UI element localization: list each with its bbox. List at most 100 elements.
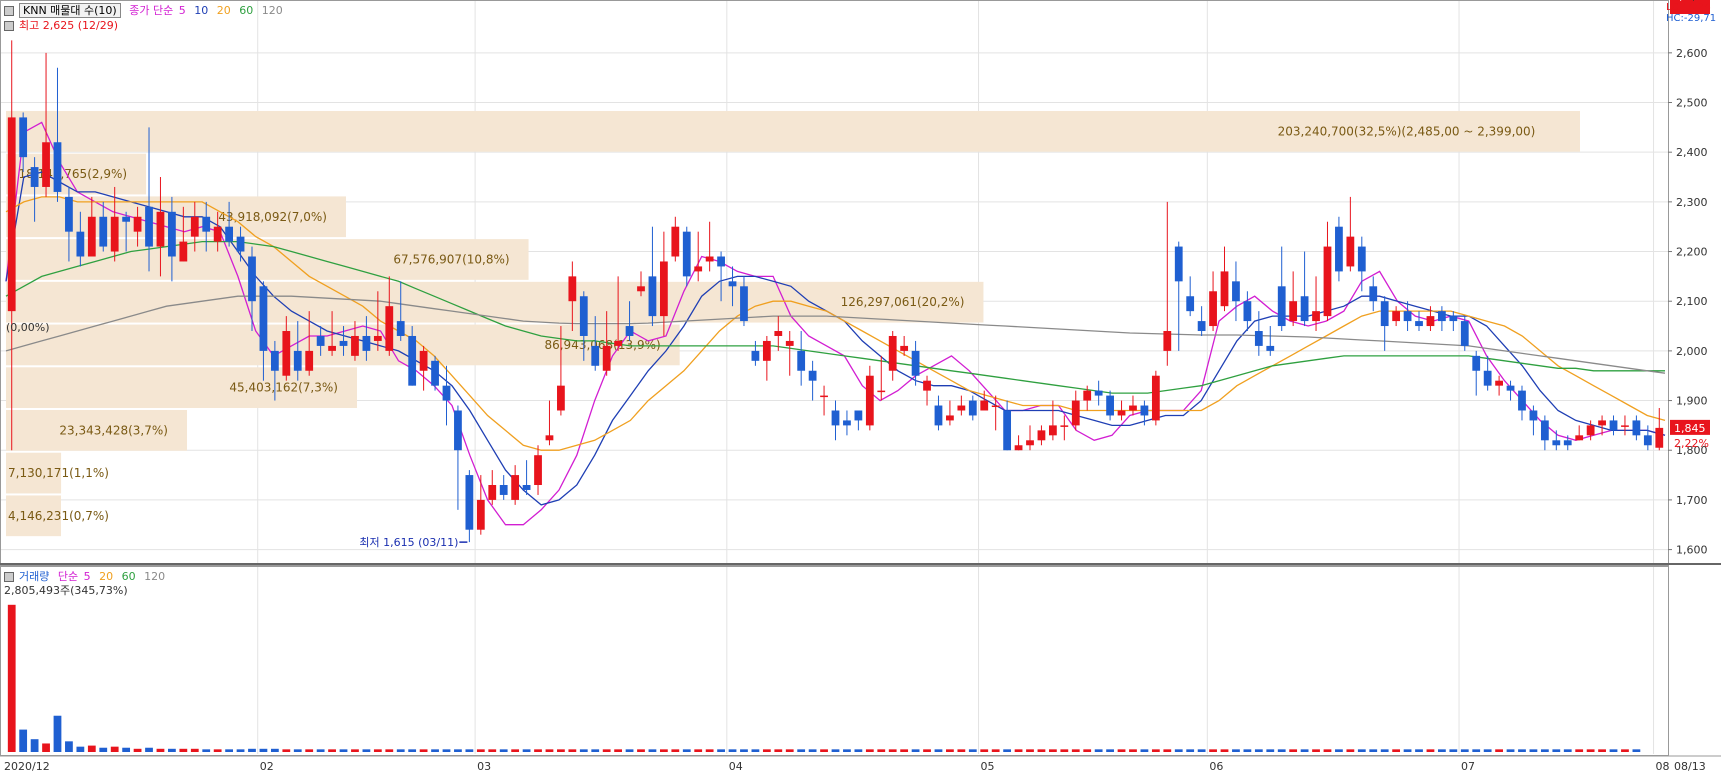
- candle-body: [213, 226, 222, 242]
- candle-body: [648, 276, 657, 317]
- candle-body: [1048, 425, 1057, 436]
- candle-body: [1163, 331, 1172, 351]
- volume-bar: [270, 748, 279, 752]
- candle-body: [1357, 246, 1366, 272]
- candle-body: [1014, 445, 1023, 451]
- candle-body: [1483, 370, 1492, 386]
- volume-bar: [282, 749, 291, 752]
- candle-body: [1312, 311, 1320, 322]
- volume-bar: [843, 749, 851, 752]
- volume-bar: [1518, 749, 1526, 752]
- candle-body: [65, 196, 73, 232]
- volume-bars: [7, 604, 1641, 752]
- volume-bar: [1129, 749, 1137, 752]
- hc-label: HC:-29,71: [1666, 13, 1717, 24]
- price-tick-label: 2,400: [1676, 146, 1708, 159]
- volume-profile-label: 86,943,068(13,9%): [544, 338, 660, 352]
- volume-bar: [957, 749, 966, 752]
- volume-bar: [1300, 749, 1309, 752]
- candle-body: [545, 435, 554, 441]
- candle-body: [1380, 301, 1389, 327]
- ma20-label: 20: [216, 4, 231, 17]
- candle-body: [305, 350, 314, 371]
- volume-bar: [1483, 749, 1492, 752]
- volume-bar: [87, 745, 96, 752]
- volume-bar: [1438, 749, 1446, 752]
- stock-chart[interactable]: 203,240,700(32,5%)(2,485,00 ~ 2,399,00) 1…: [0, 0, 1721, 774]
- price-tick-label: 2,600: [1676, 47, 1708, 60]
- candle-body: [1472, 355, 1481, 371]
- volume-bar: [1609, 749, 1618, 752]
- volume-bar: [1186, 749, 1195, 752]
- candle-body: [1598, 420, 1606, 426]
- volume-bar: [534, 749, 542, 752]
- candle-body: [351, 335, 359, 356]
- volume-bar: [1563, 749, 1572, 752]
- start-pct-label: (0,00%): [6, 321, 50, 334]
- volume-settings-icon[interactable]: [4, 572, 14, 582]
- volume-bar: [579, 749, 588, 752]
- volume-bar: [1209, 749, 1217, 752]
- candle-body: [1586, 425, 1595, 436]
- volume-bar: [1014, 749, 1023, 752]
- high-legend: 최고 2,625 (12/29): [4, 17, 123, 33]
- x-tick-label: 07: [1461, 760, 1475, 773]
- last-date-label: 08/13: [1674, 760, 1706, 773]
- x-tick-label: 05: [981, 760, 995, 773]
- candle-body: [854, 410, 863, 421]
- volume-bar: [1003, 749, 1012, 752]
- volume-bar: [351, 749, 359, 752]
- volume-bar: [751, 749, 760, 752]
- candle-body: [442, 385, 451, 401]
- indicator-title[interactable]: KNN 매물대 수(10): [19, 3, 121, 18]
- candle-body: [1369, 286, 1378, 302]
- low-marker-label: 최저 1,615 (03/11): [359, 536, 458, 549]
- volume-bar: [900, 749, 909, 752]
- volume-bar: [1392, 749, 1401, 752]
- volume-bar: [419, 749, 428, 752]
- grid-icon[interactable]: [4, 21, 14, 31]
- volume-bar: [259, 748, 268, 752]
- candle-body: [99, 216, 108, 247]
- price-tick-label: 2,300: [1676, 196, 1708, 209]
- candle-body: [705, 256, 714, 262]
- volume-bar: [1357, 749, 1366, 752]
- volume-bar: [1083, 749, 1092, 752]
- settings-icon[interactable]: [4, 6, 14, 16]
- volume-profile-label: 67,576,907(10,8%): [393, 252, 509, 266]
- candle-body: [1621, 425, 1629, 427]
- candle-body: [877, 390, 886, 393]
- volume-profile-label: 203,240,700(32,5%)(2,485,00 ~ 2,399,00): [1278, 124, 1536, 138]
- volume-bar: [877, 749, 886, 752]
- volume-bar: [557, 749, 565, 752]
- candle-body: [87, 216, 96, 257]
- volume-bar: [911, 749, 920, 752]
- volume-bar: [7, 604, 16, 752]
- candle-body: [110, 216, 119, 252]
- volume-profile: 203,240,700(32,5%)(2,485,00 ~ 2,399,00) 1…: [6, 110, 1580, 537]
- candle-body: [1266, 345, 1275, 351]
- candle-body: [362, 335, 371, 351]
- volume-bar: [1552, 749, 1561, 752]
- candle-body: [431, 360, 439, 386]
- candle-body: [1415, 321, 1423, 327]
- candle-body: [1289, 301, 1298, 322]
- volume-bar: [671, 749, 680, 752]
- volume-bar: [99, 747, 108, 752]
- volume-bar: [1415, 749, 1423, 752]
- volume-bar: [1346, 749, 1355, 752]
- volume-bar: [1529, 749, 1538, 752]
- volume-bar: [293, 749, 302, 752]
- volume-bar: [1254, 749, 1263, 752]
- volume-bar: [190, 748, 199, 752]
- volume-bar: [1243, 749, 1252, 752]
- x-tick-label: 04: [729, 760, 743, 773]
- candle-body: [1495, 380, 1503, 386]
- volume-bar: [568, 749, 577, 752]
- candle-body: [156, 211, 165, 247]
- candle-body: [270, 350, 279, 371]
- candle-body: [1529, 410, 1538, 421]
- candle-body: [980, 400, 989, 411]
- price-tick-label: 2,100: [1676, 295, 1708, 308]
- candle-body: [145, 206, 153, 247]
